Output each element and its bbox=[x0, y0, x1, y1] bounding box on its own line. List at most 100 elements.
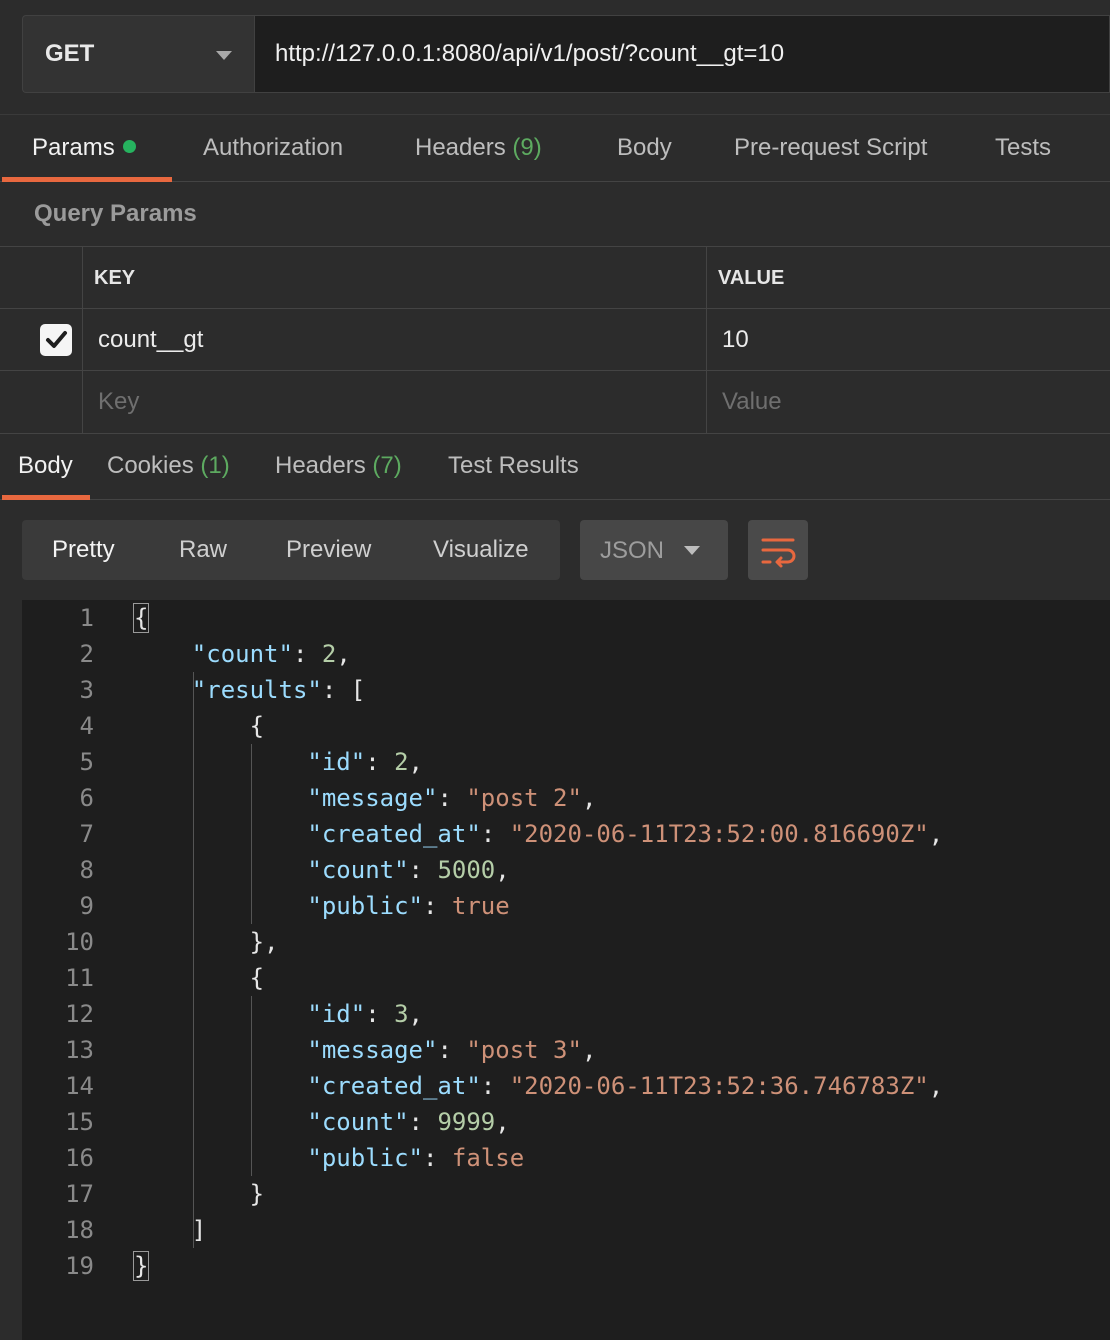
format-select[interactable]: JSON bbox=[580, 520, 728, 580]
tab-tests[interactable]: Tests bbox=[995, 115, 1051, 181]
checkmark-icon bbox=[46, 331, 67, 348]
url-input[interactable]: http://127.0.0.1:8080/api/v1/post/?count… bbox=[254, 15, 1110, 93]
preview-button[interactable]: Preview bbox=[286, 520, 371, 580]
tab-label: Tests bbox=[995, 134, 1052, 161]
line-number: 5 bbox=[79, 748, 94, 776]
line-number: 12 bbox=[65, 1000, 94, 1028]
code-text: "count": 9999, bbox=[307, 1108, 510, 1136]
code-text: "created_at": "2020-06-11T23:52:36.74678… bbox=[307, 1072, 944, 1100]
tab-headers[interactable]: Headers (9) bbox=[415, 115, 542, 181]
line-number: 7 bbox=[79, 820, 94, 848]
json-punctuation: { bbox=[249, 964, 265, 992]
code-line: 5 "id": 2, bbox=[22, 744, 1110, 780]
code-line: 3 "results": [ bbox=[22, 672, 1110, 708]
view-mode-group: Pretty Raw Preview Visualize bbox=[22, 520, 560, 580]
response-body-editor[interactable]: 1{2 "count": 2, 3 "results": [4 {5 "id": … bbox=[22, 600, 1110, 1340]
json-punctuation: } bbox=[249, 1180, 265, 1208]
json-value: 5000 bbox=[437, 856, 496, 884]
code-text: "id": 2, bbox=[307, 748, 423, 776]
param-key-field[interactable]: count__gt bbox=[98, 326, 203, 354]
line-number: 4 bbox=[79, 712, 94, 740]
code-text: } bbox=[132, 1248, 150, 1284]
json-key: "public" bbox=[307, 1144, 423, 1172]
json-punctuation: , bbox=[336, 640, 351, 668]
param-value-field[interactable]: 10 bbox=[722, 326, 749, 354]
json-punctuation: { bbox=[132, 603, 150, 633]
code-text: "message": "post 2", bbox=[307, 784, 597, 812]
code-line: 1{ bbox=[22, 600, 1110, 636]
line-number: 11 bbox=[65, 964, 94, 992]
json-key: "created_at" bbox=[307, 820, 481, 848]
pretty-button[interactable]: Pretty bbox=[52, 520, 115, 580]
json-value: 9999 bbox=[437, 1108, 496, 1136]
json-key: "id" bbox=[307, 1000, 366, 1028]
tab-params[interactable]: Params bbox=[32, 115, 136, 181]
tab-body[interactable]: Body bbox=[617, 115, 672, 181]
table-header-row: KEY VALUE bbox=[0, 246, 1110, 309]
json-punctuation: [ bbox=[350, 676, 366, 704]
divider bbox=[82, 247, 83, 309]
tab-test-results[interactable]: Test Results bbox=[448, 433, 579, 499]
json-key: "count" bbox=[191, 640, 293, 668]
tab-response-body[interactable]: Body bbox=[18, 433, 73, 499]
json-punctuation: , bbox=[581, 784, 597, 812]
wrap-lines-button[interactable] bbox=[748, 520, 808, 580]
code-line: 18 ] bbox=[22, 1212, 1110, 1248]
line-number: 10 bbox=[65, 928, 94, 956]
code-text: "public": true bbox=[307, 892, 510, 920]
code-text: "message": "post 3", bbox=[307, 1036, 597, 1064]
code-line: 2 "count": 2, bbox=[22, 636, 1110, 672]
code-line: 17 } bbox=[22, 1176, 1110, 1212]
code-text: }, bbox=[134, 924, 279, 960]
tab-label: Body bbox=[617, 134, 672, 161]
method-label: GET bbox=[45, 40, 95, 67]
line-number: 14 bbox=[65, 1072, 94, 1100]
code-text: ] bbox=[134, 1212, 206, 1248]
json-key: "created_at" bbox=[307, 1072, 481, 1100]
code-line: 15 "count": 9999, bbox=[22, 1104, 1110, 1140]
json-punctuation: { bbox=[249, 712, 265, 740]
active-tab-underline bbox=[2, 495, 90, 500]
request-bar: GET http://127.0.0.1:8080/api/v1/post/?c… bbox=[0, 0, 1110, 115]
new-key-input[interactable]: Key bbox=[98, 388, 139, 416]
code-text: "results": [ bbox=[191, 676, 366, 704]
tab-authorization[interactable]: Authorization bbox=[203, 115, 343, 181]
format-select-label: JSON bbox=[600, 537, 665, 564]
line-number: 3 bbox=[79, 676, 94, 704]
status-dot-icon bbox=[122, 140, 136, 154]
json-value: 2 bbox=[321, 640, 337, 668]
divider bbox=[82, 309, 83, 371]
method-select[interactable]: GET bbox=[22, 15, 254, 93]
chevron-down-icon bbox=[216, 51, 232, 60]
code-line: 8 "count": 5000, bbox=[22, 852, 1110, 888]
new-value-input[interactable]: Value bbox=[722, 388, 782, 416]
code-line: 9 "public": true bbox=[22, 888, 1110, 924]
tab-label: Headers bbox=[415, 134, 506, 161]
param-enabled-checkbox[interactable] bbox=[40, 324, 72, 356]
raw-button[interactable]: Raw bbox=[179, 520, 227, 580]
json-value: 3 bbox=[394, 1000, 409, 1028]
tab-pre-request-script[interactable]: Pre-request Script bbox=[734, 115, 927, 181]
code-line: 14 "created_at": "2020-06-11T23:52:36.74… bbox=[22, 1068, 1110, 1104]
code-text: "count": 2, bbox=[191, 640, 351, 668]
tab-count: (1) bbox=[200, 452, 230, 479]
divider bbox=[706, 247, 707, 309]
line-number: 13 bbox=[65, 1036, 94, 1064]
value-header: VALUE bbox=[718, 267, 785, 289]
tab-cookies[interactable]: Cookies (1) bbox=[107, 433, 230, 499]
line-number: 17 bbox=[65, 1180, 94, 1208]
json-key: "count" bbox=[307, 856, 409, 884]
visualize-button[interactable]: Visualize bbox=[433, 520, 529, 580]
table-row: count__gt 10 bbox=[0, 308, 1110, 371]
line-number: 19 bbox=[65, 1252, 94, 1280]
json-punctuation: , bbox=[408, 1000, 423, 1028]
code-text: "id": 3, bbox=[307, 1000, 423, 1028]
json-value: "post 3" bbox=[466, 1036, 582, 1064]
active-tab-underline bbox=[2, 177, 172, 182]
code-line: 10 }, bbox=[22, 924, 1110, 960]
json-punctuation: , bbox=[408, 748, 423, 776]
json-punctuation: , bbox=[495, 1108, 510, 1136]
json-punctuation: ] bbox=[191, 1216, 207, 1244]
tab-response-headers[interactable]: Headers (7) bbox=[275, 433, 402, 499]
code-line: 4 { bbox=[22, 708, 1110, 744]
